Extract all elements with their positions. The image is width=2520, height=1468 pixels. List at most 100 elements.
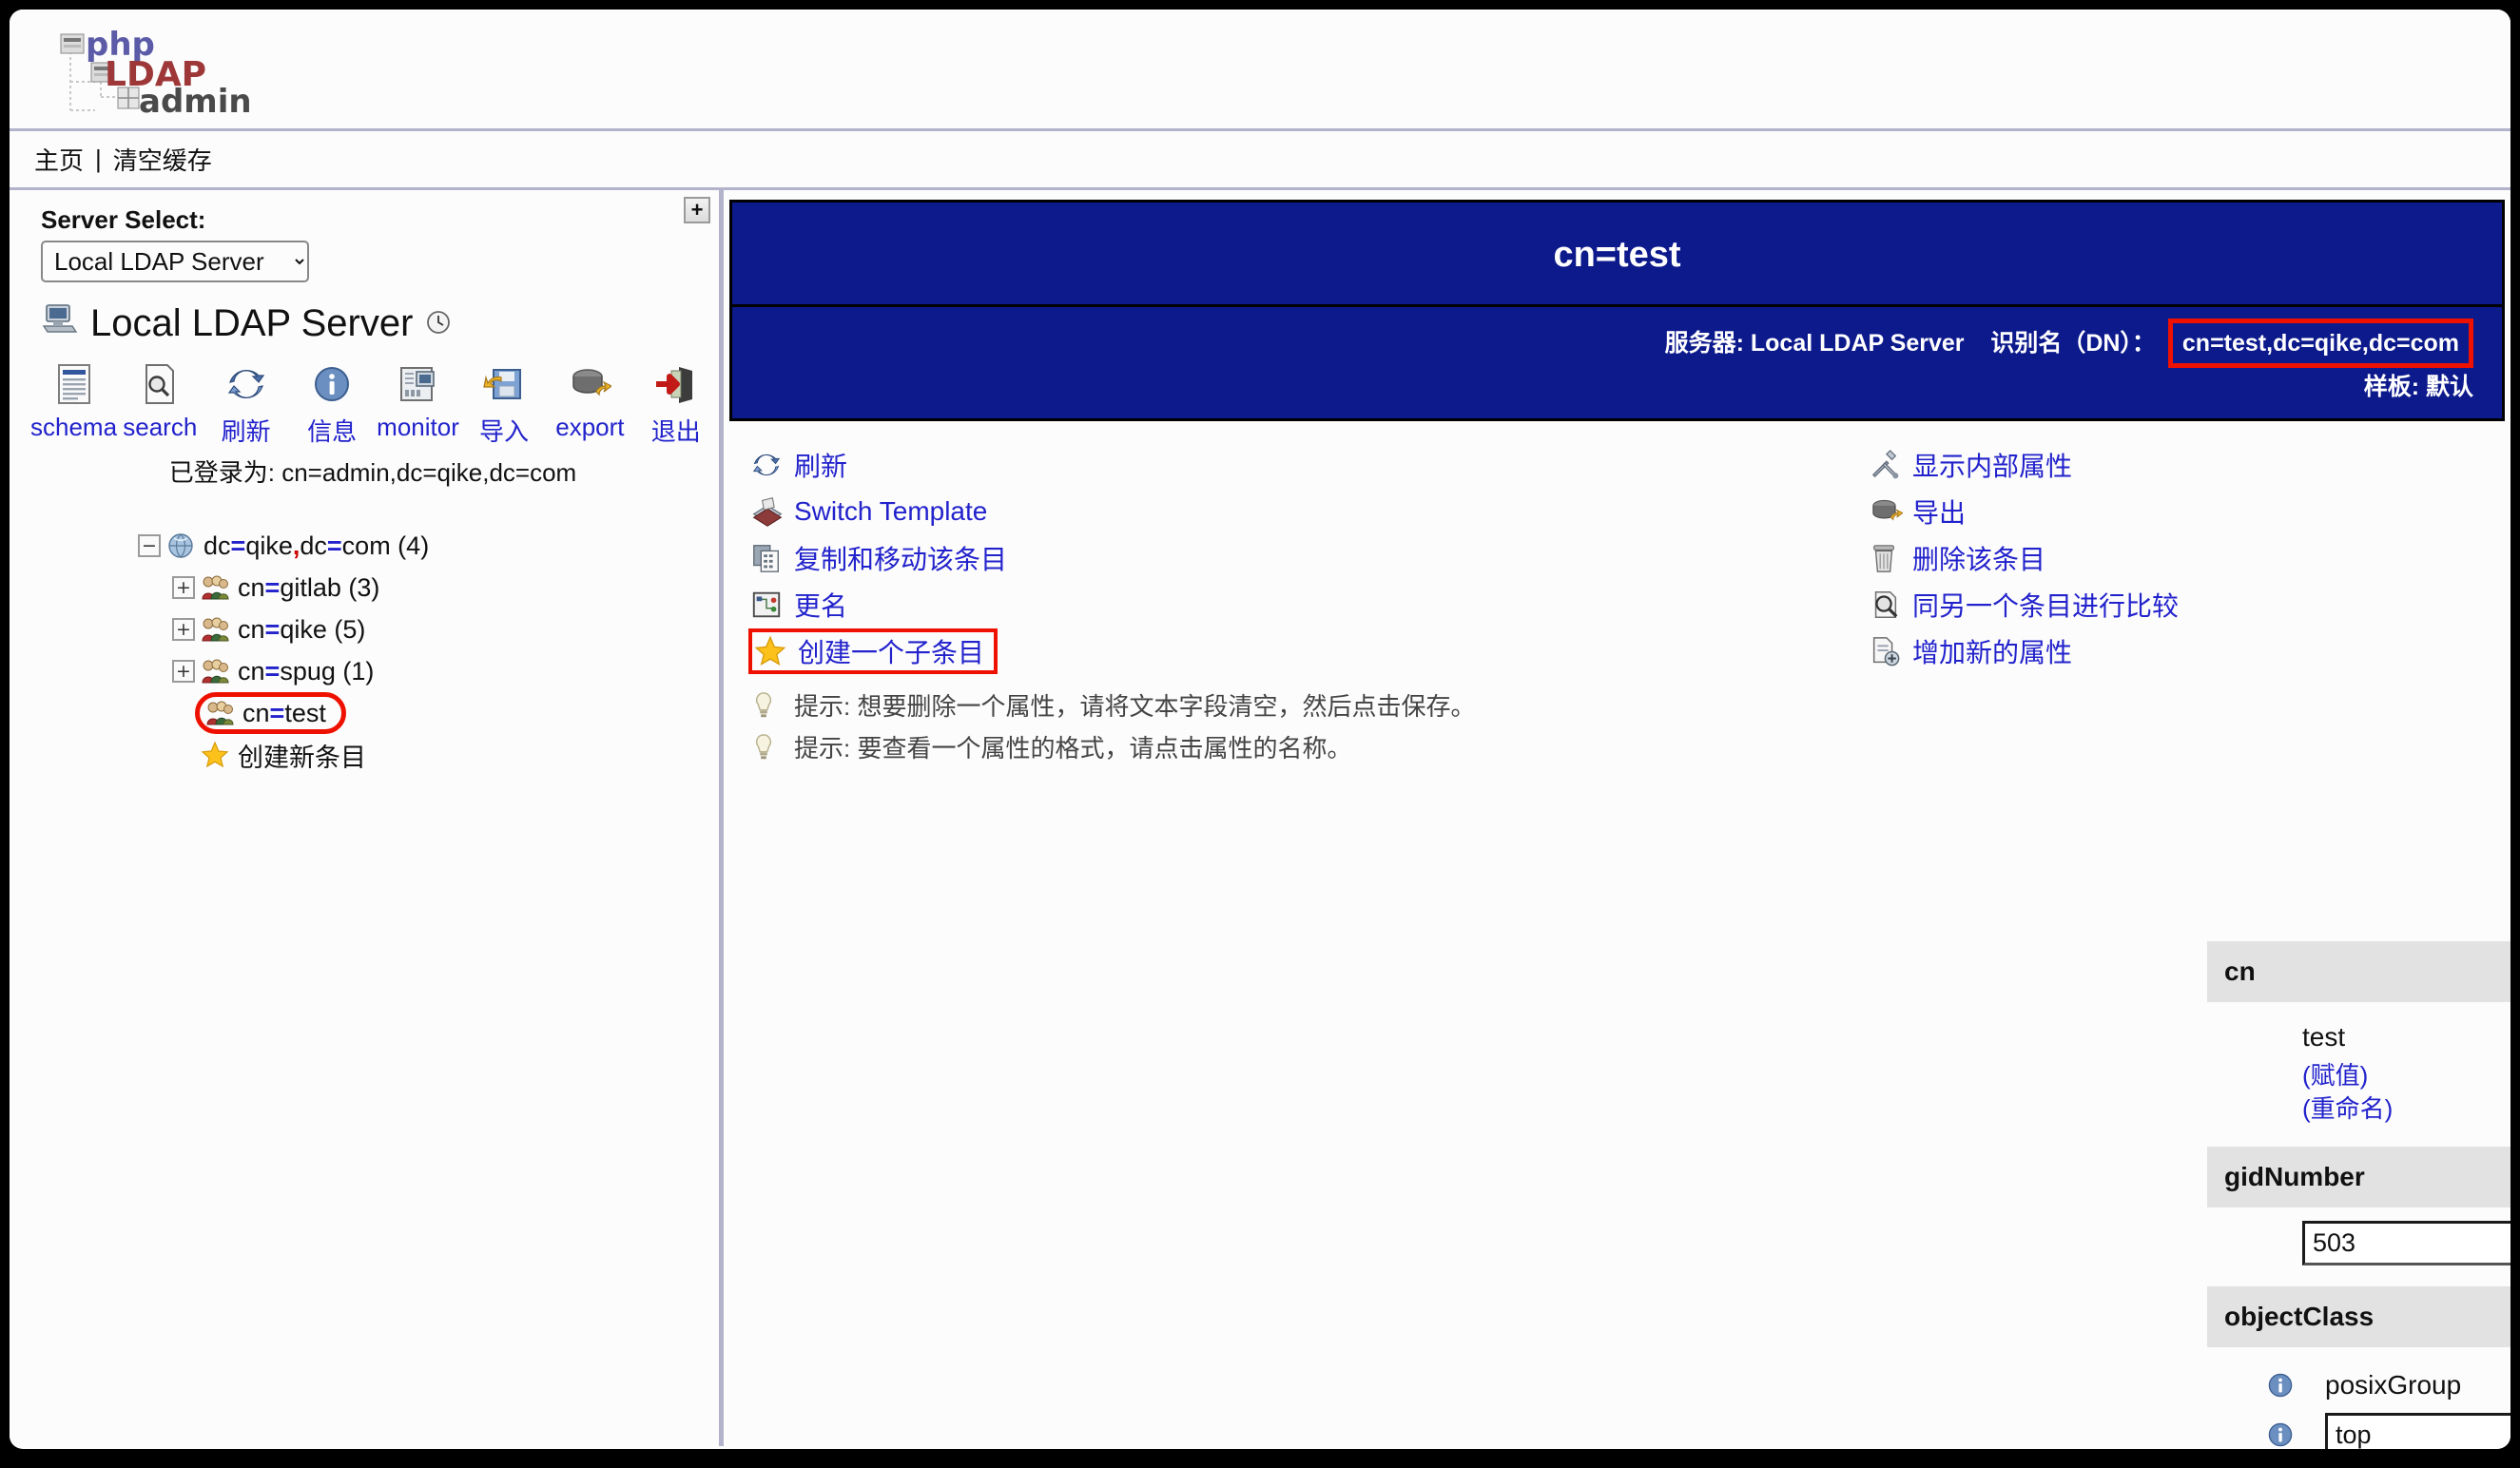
group-icon [205, 700, 234, 726]
tree-node-root-label: dc=qike,dc=com (4) [204, 531, 430, 560]
sidebar: + Server Select: Local LDAP Server Local… [10, 190, 724, 1446]
action-switch-template[interactable]: Switch Template [750, 489, 1851, 535]
tree-node-test-row[interactable]: cn=test [138, 692, 719, 734]
nav-home-link[interactable]: 主页 [34, 142, 84, 177]
logo-bar: php LDAP admin [10, 10, 2510, 131]
info-icon[interactable] [2266, 1420, 2314, 1449]
tip-text-1: 提示: 想要删除一个属性，请将文本字段清空，然后点击保存。 [794, 692, 1476, 721]
attribute-body-gidnumber [2207, 1207, 2510, 1286]
export-disk-icon [1869, 495, 1912, 528]
sidebar-collapse-icon[interactable]: + [684, 197, 710, 223]
attribute-name-objectclass[interactable]: objectClass [2224, 1302, 2374, 1332]
entry-actions: 刷新 Switch Template 复制和移动该条目 更名 创建一个子条目 提… [729, 421, 2505, 768]
attribute-block-gidnumber: gidNumber 必需的 [2207, 1147, 2510, 1286]
main-pad: cn=test 服务器: Local LDAP Server 识别名（DN）： … [724, 190, 2510, 1449]
attribute-value-gidnumber [2207, 1221, 2510, 1266]
tree-node-test-label: cn=test [242, 698, 326, 727]
refresh-icon [750, 449, 794, 481]
action-show-internal-attributes-label: 显示内部属性 [1912, 452, 2073, 481]
tree-expand-icon[interactable]: + [172, 660, 195, 683]
clock-icon[interactable] [425, 302, 452, 345]
search-document-icon [139, 357, 181, 411]
objectclass-value-posixgroup: posixGroup [2325, 1370, 2462, 1400]
tree-expand-icon[interactable]: + [172, 576, 195, 599]
gidnumber-input[interactable] [2302, 1221, 2510, 1266]
tip-row-2: 提示: 要查看一个属性的格式，请点击属性的名称。 [750, 726, 1851, 768]
info-icon [311, 357, 353, 411]
lightbulb-icon [750, 732, 794, 763]
attribute-link-cn-rename[interactable]: (重命名) [2302, 1094, 2393, 1123]
info-icon[interactable] [2266, 1371, 2314, 1400]
toolbar-label-refresh: 刷新 [221, 417, 271, 446]
objectclass-row-top [2207, 1410, 2510, 1449]
action-copy-move-entry-label: 复制和移动该条目 [794, 545, 1008, 574]
toolbar-item-export[interactable]: export [547, 357, 632, 448]
action-rename[interactable]: 更名 [750, 582, 1851, 628]
template-meta-value: 默认 [2425, 374, 2473, 401]
tree-no-toggle-spacer [172, 702, 195, 724]
toolbar-item-logout[interactable]: 退出 [633, 357, 719, 448]
server-select-label: Server Select: [41, 205, 206, 234]
tree-no-toggle-spacer [172, 744, 195, 766]
tree-node-create-entry[interactable]: 创建新条目 [138, 734, 719, 776]
toolbar-label-import: 导入 [478, 417, 529, 446]
entry-meta-line1: 服务器: Local LDAP Server 识别名（DN）： cn=test,… [732, 319, 2473, 369]
server-select-dropdown[interactable]: Local LDAP Server [41, 241, 309, 282]
trash-icon [1869, 542, 1912, 574]
toolbar-item-search[interactable]: search [117, 357, 203, 448]
action-switch-template-label: Switch Template [794, 496, 988, 526]
group-icon [201, 658, 229, 685]
tree-node-gitlab[interactable]: + cn=gitlab (3) [138, 567, 719, 608]
ldap-tree: − dc=qike,dc=com (4) + cn=gitlab (3) + c… [10, 489, 719, 776]
entry-actions-left: 刷新 Switch Template 复制和移动该条目 更名 创建一个子条目 提… [729, 442, 1851, 768]
tree-node-test-highlight[interactable]: cn=test [195, 692, 346, 734]
server-toolbar: schema search 刷新 信息 monitor 导入 export 退出 [10, 345, 719, 448]
action-export[interactable]: 导出 [1869, 489, 2179, 535]
toolbar-item-monitor[interactable]: monitor [375, 357, 460, 448]
action-show-internal-attributes[interactable]: 显示内部属性 [1869, 442, 2179, 489]
action-compare-entry-label: 同另一个条目进行比较 [1912, 591, 2180, 621]
toolbar-item-schema[interactable]: schema [30, 357, 117, 448]
action-create-child-entry-highlight[interactable]: 创建一个子条目 [748, 628, 998, 674]
browser-viewport: php LDAP admin 主页 | 清空缓存 + Server Select… [10, 10, 2510, 1449]
tree-node-root[interactable]: − dc=qike,dc=com (4) [138, 525, 719, 567]
main-panel: cn=test 服务器: Local LDAP Server 识别名（DN）： … [724, 190, 2510, 1449]
toolbar-item-refresh[interactable]: 刷新 [203, 357, 288, 448]
objectclass-top-input[interactable] [2325, 1412, 2510, 1449]
action-copy-move-entry[interactable]: 复制和移动该条目 [750, 535, 1851, 582]
star-icon [754, 635, 798, 667]
tree-collapse-icon[interactable]: − [138, 534, 161, 557]
action-rename-label: 更名 [794, 591, 848, 621]
tree-node-qike[interactable]: + cn=qike (5) [138, 608, 719, 650]
attribute-header-gidnumber: gidNumber 必需的 [2207, 1147, 2510, 1208]
action-delete-entry[interactable]: 删除该条目 [1869, 535, 2179, 582]
entry-meta: 服务器: Local LDAP Server 识别名（DN）： cn=test,… [732, 307, 2502, 418]
rename-icon [750, 589, 794, 621]
svg-text:admin: admin [139, 83, 252, 118]
toolbar-item-import[interactable]: 导入 [461, 357, 547, 448]
tip-text-2: 提示: 要查看一个属性的格式，请点击属性的名称。 [794, 734, 1352, 763]
attribute-block-cn: cn 必需的, rdn test * (赋值) (重命名) [2207, 941, 2510, 1147]
attribute-name-cn[interactable]: cn [2224, 956, 2256, 987]
tree-node-qike-label: cn=qike (5) [238, 614, 366, 644]
attribute-table: cn 必需的, rdn test * (赋值) (重命名) [2207, 941, 2510, 1449]
tree-node-spug-label: cn=spug (1) [238, 656, 375, 686]
attribute-link-cn-assign[interactable]: (赋值) [2302, 1061, 2368, 1090]
phpldapadmin-logo: php LDAP admin [51, 23, 270, 118]
action-refresh[interactable]: 刷新 [750, 442, 1851, 489]
tree-expand-icon[interactable]: + [172, 618, 195, 641]
attribute-name-gidnumber[interactable]: gidNumber [2224, 1162, 2365, 1192]
action-create-child-entry-row[interactable]: 创建一个子条目 [748, 628, 1851, 675]
action-export-label: 导出 [1912, 498, 1967, 528]
tree-node-spug[interactable]: + cn=spug (1) [138, 650, 719, 692]
toolbar-label-info: 信息 [307, 417, 358, 446]
action-add-attribute[interactable]: 增加新的属性 [1869, 628, 2179, 675]
nav-purge-cache-link[interactable]: 清空缓存 [113, 142, 212, 177]
refresh-icon [224, 357, 268, 411]
toolbar-item-info[interactable]: 信息 [289, 357, 375, 448]
action-add-attribute-label: 增加新的属性 [1912, 638, 2073, 667]
action-compare-entry[interactable]: 同另一个条目进行比较 [1869, 582, 2179, 628]
body-split: + Server Select: Local LDAP Server Local… [10, 190, 2510, 1449]
tip-row-1: 提示: 想要删除一个属性，请将文本字段清空，然后点击保存。 [750, 685, 1851, 726]
dn-value-highlight: cn=test,dc=qike,dc=com [2167, 319, 2473, 369]
